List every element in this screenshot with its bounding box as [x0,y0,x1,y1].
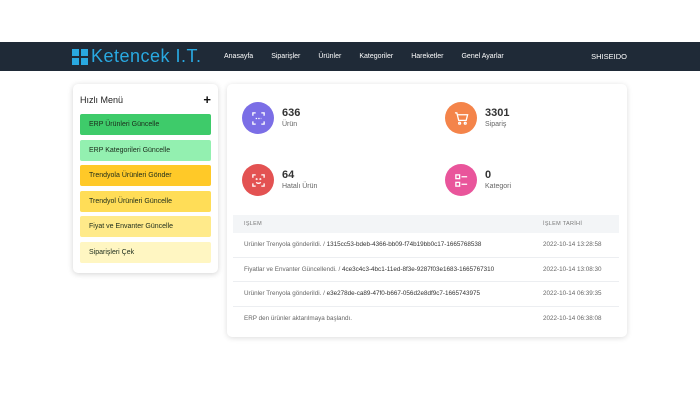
logo-text: Ketencek I.T. [91,46,202,66]
nav-item-movements[interactable]: Hareketler [411,53,443,60]
top-navbar: Ketencek I.T. Anasayfa Siparişler Ürünle… [0,42,700,71]
table-row: ERP den ürünler aktarılmaya başlandı. 20… [233,307,619,332]
log-id: 1315cc53-bdeb-4366-bb09-f74b19bb0c17-166… [326,241,482,249]
log-action-text: Fiyatlar ve Envanter Güncellendi. / [244,265,342,273]
log-id: e3e278de-ca89-47f0-b667-056d2e8df9c7-166… [326,290,480,298]
stat-products[interactable]: 636 Ürün [242,92,412,144]
cart-icon [454,111,468,125]
dashboard-card: 636 Ürün 3301 Sipariş 64 Hatalı Ürün 0 K… [227,84,627,337]
stat-categories[interactable]: 0 Kategori [445,154,615,206]
logo[interactable]: Ketencek I.T. [72,47,202,66]
stat-value: 64 [282,168,295,181]
stat-faulty-products[interactable]: 64 Hatalı Ürün [242,154,412,206]
column-header-action: İŞLEM [244,221,263,227]
stat-orders-circle [445,102,477,134]
activity-log-table: İŞLEM İŞLEM TARİHİ Ürünler Trenyola gönd… [233,215,619,331]
send-trendyol-products-button[interactable]: Trendyola Ürünleri Gönder [80,165,211,186]
log-action: Fiyatlar ve Envanter Güncellendi. / 4ce3… [233,266,543,273]
table-header: İŞLEM İŞLEM TARİHİ [233,215,619,233]
log-date: 2022-10-14 06:38:08 [543,315,602,323]
erp-products-update-button[interactable]: ERP Ürünleri Güncelle [80,114,211,135]
stat-label: Hatalı Ürün [282,182,318,190]
log-date: 2022-10-14 13:28:58 [543,241,602,249]
stat-label: Sipariş [485,120,507,128]
quick-menu-header: Hızlı Menü + [80,92,211,108]
update-trendyol-products-button[interactable]: Trendyol Ürünleri Güncelle [80,190,211,212]
log-date: 2022-10-14 06:39:35 [543,290,602,298]
stat-faulty-circle [242,164,274,196]
plus-icon[interactable]: + [203,93,211,106]
list-icon [454,173,467,187]
table-row: Ürünler Trenyola gönderildi. / 1315cc53-… [233,233,619,258]
update-price-inventory-button[interactable]: Fiyat ve Envanter Güncelle [80,216,211,237]
nav-item-settings[interactable]: Genel Ayarlar [461,53,503,60]
erp-categories-update-button[interactable]: ERP Kategorileri Güncelle [80,139,211,161]
log-action: Ürünler Trenyola gönderildi. / 1315cc53-… [233,241,543,248]
table-row: Ürünler Trenyola gönderildi. / e3e278de-… [233,282,619,307]
stat-orders[interactable]: 3301 Sipariş [445,92,615,144]
nav-item-home[interactable]: Anasayfa [224,53,253,60]
fetch-orders-button[interactable]: Siparişleri Çek [80,241,211,263]
log-date: 2022-10-14 13:08:30 [543,265,602,273]
log-action-text: Ürünler Trenyola gönderildi. / [244,290,327,298]
nav-item-orders[interactable]: Siparişler [271,53,300,60]
log-action-text: Ürünler Trenyola gönderildi. / [244,241,327,249]
scan-icon [251,111,265,125]
stat-label: Ürün [282,120,298,128]
main-nav: Anasayfa Siparişler Ürünler Kategoriler … [224,42,522,71]
stat-value: 0 [485,168,492,181]
stat-value: 3301 [485,106,510,119]
nav-item-products[interactable]: Ürünler [318,53,341,60]
nav-item-categories[interactable]: Kategoriler [359,53,393,60]
table-row: Fiyatlar ve Envanter Güncellendi. / 4ce3… [233,258,619,282]
store-name[interactable]: SHISEIDO [591,42,627,71]
column-header-date: İŞLEM TARİHİ [543,221,583,227]
stat-label: Kategori [485,182,512,190]
log-id: 4ce3c4c3-4bc1-11ed-8f3e-9287f03e1683-166… [342,265,495,273]
log-action: Ürünler Trenyola gönderildi. / e3e278de-… [233,290,543,297]
stat-value: 636 [282,106,301,119]
log-action-text: ERP den ürünler aktarılmaya başlandı. [244,315,353,323]
log-action: ERP den ürünler aktarılmaya başlandı. [233,315,543,322]
quick-menu-card: Hızlı Menü + ERP Ürünleri Güncelle ERP K… [73,84,218,273]
face-scan-icon [251,173,265,187]
logo-icon [72,48,88,65]
quick-menu-title: Hızlı Menü [80,95,124,105]
stat-products-circle [242,102,274,134]
stat-categories-circle [445,164,477,196]
